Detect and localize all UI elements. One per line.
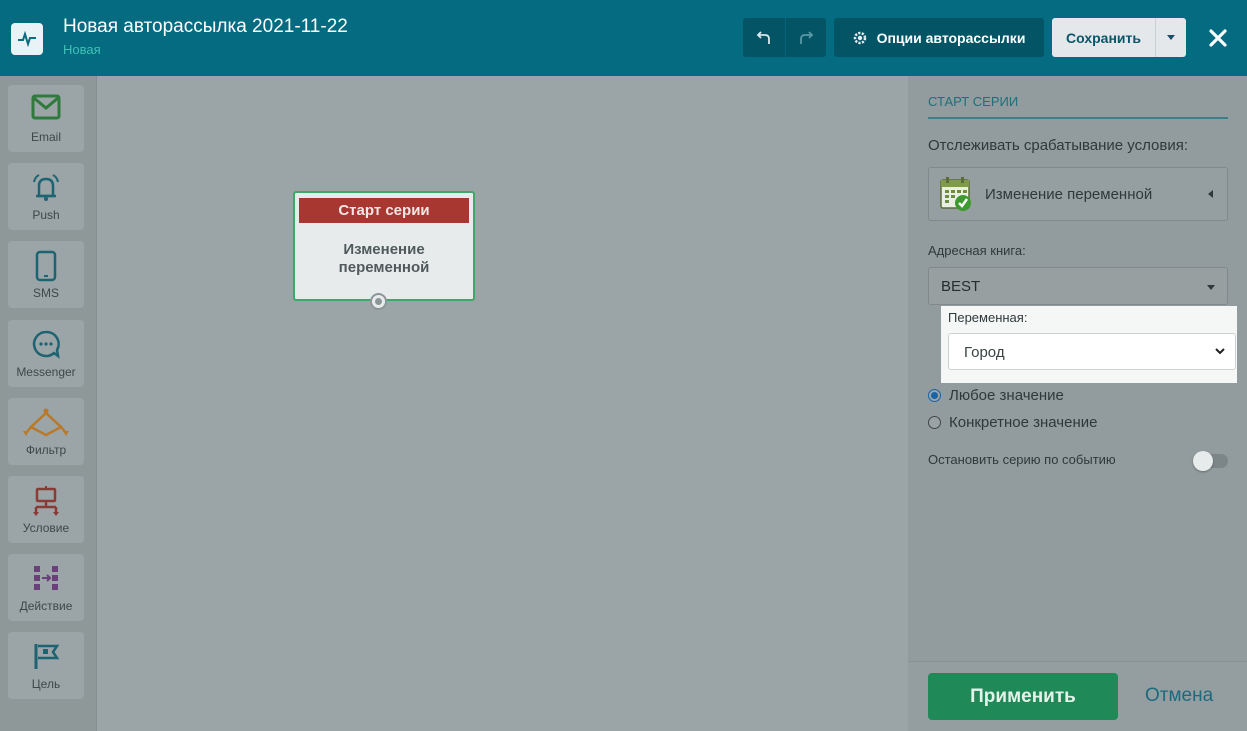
close-icon <box>1209 28 1227 47</box>
filter-icon <box>23 408 69 437</box>
status-badge: Новая <box>63 42 101 57</box>
condition-icon <box>33 486 59 516</box>
email-icon <box>31 94 61 120</box>
variable-field-group: Переменная: Город <box>941 306 1237 383</box>
start-node-header: Старт серии <box>299 198 469 223</box>
redo-button[interactable] <box>785 18 826 57</box>
tool-goal-label: Цель <box>31 677 61 691</box>
track-label: Отслеживать срабатывание условия: <box>928 137 1189 154</box>
undo-icon <box>756 30 770 44</box>
tool-action[interactable]: Действие <box>8 554 84 621</box>
radio-any-dot[interactable] <box>928 389 941 402</box>
radio-specific-value[interactable]: Конкретное значение <box>928 414 1097 431</box>
variable-select[interactable]: Город <box>948 333 1236 370</box>
stop-series-toggle[interactable] <box>1193 451 1228 471</box>
chat-icon <box>32 330 60 359</box>
pulse-icon <box>11 23 43 55</box>
calendar-check-icon <box>940 177 971 211</box>
tool-condition-label: Условие <box>22 521 70 535</box>
tool-push[interactable]: Push <box>8 163 84 230</box>
tool-condition[interactable]: Условие <box>8 476 84 543</box>
start-node-line2: переменной <box>338 259 430 276</box>
tool-filter-label: Фильтр <box>25 443 67 457</box>
tool-sidebar: Email Push SMS Messenger Фильтр Условие … <box>0 76 97 731</box>
close-button[interactable] <box>1200 18 1236 57</box>
save-dropdown-button[interactable] <box>1155 18 1186 57</box>
workflow-canvas[interactable]: Старт серии Изменение переменной <box>97 76 908 731</box>
condition-value: Изменение переменной <box>985 185 1153 203</box>
start-node-line1: Изменение <box>343 241 425 258</box>
tool-email-label: Email <box>30 130 61 144</box>
caret-left-icon <box>1208 190 1213 198</box>
stop-series-label: Остановить серию по событию <box>928 452 1116 467</box>
options-label: Опции авторассылки <box>876 29 1026 46</box>
tool-sms[interactable]: SMS <box>8 241 84 308</box>
node-output-port[interactable] <box>370 293 387 310</box>
chevron-down-icon <box>1167 34 1175 40</box>
radio-specific-dot[interactable] <box>928 416 941 429</box>
address-book-value: BEST <box>941 278 981 295</box>
tool-filter[interactable]: Фильтр <box>8 398 84 465</box>
tool-messenger-label: Messenger <box>16 365 76 379</box>
radio-specific-label: Конкретное значение <box>949 414 1098 431</box>
tool-goal[interactable]: Цель <box>8 632 84 699</box>
flag-icon <box>34 644 60 669</box>
start-node-body: Изменение переменной <box>295 241 473 277</box>
top-bar: Новая авторассылка 2021-11-22 Новая Опци… <box>0 0 1247 76</box>
panel-title: СТАРТ СЕРИИ <box>928 94 1019 109</box>
redo-icon <box>800 30 814 44</box>
toggle-knob <box>1193 451 1213 471</box>
address-book-label: Адресная книга: <box>928 243 1026 258</box>
bell-icon <box>33 174 59 201</box>
address-book-select[interactable]: BEST <box>928 267 1228 305</box>
start-node[interactable]: Старт серии Изменение переменной <box>293 191 475 310</box>
cancel-link[interactable]: Отмена <box>1145 685 1213 707</box>
phone-icon <box>35 250 57 282</box>
gear-icon <box>853 31 866 44</box>
caret-down-icon <box>1207 285 1215 290</box>
options-button[interactable]: Опции авторассылки <box>834 18 1044 57</box>
save-button[interactable]: Сохранить <box>1052 18 1155 57</box>
page-title: Новая авторассылка 2021-11-22 <box>63 16 348 37</box>
radio-any-value[interactable]: Любое значение <box>928 387 1064 404</box>
tool-messenger[interactable]: Messenger <box>8 320 84 387</box>
apply-button[interactable]: Применить <box>928 673 1118 720</box>
tool-action-label: Действие <box>19 599 73 613</box>
tool-sms-label: SMS <box>32 286 59 300</box>
variable-value: Город <box>964 344 1005 361</box>
panel-footer: Применить Отмена <box>908 661 1247 731</box>
chevron-down-icon <box>1215 348 1225 355</box>
variable-label: Переменная: <box>948 310 1028 325</box>
condition-select[interactable]: Изменение переменной <box>928 167 1228 221</box>
radio-any-label: Любое значение <box>949 387 1064 404</box>
settings-panel: СТАРТ СЕРИИ Отслеживать срабатывание усл… <box>908 76 1247 661</box>
panel-divider <box>928 117 1228 119</box>
tool-push-label: Push <box>32 208 60 222</box>
undo-button[interactable] <box>743 18 785 57</box>
action-icon <box>34 566 58 590</box>
tool-email[interactable]: Email <box>8 85 84 152</box>
